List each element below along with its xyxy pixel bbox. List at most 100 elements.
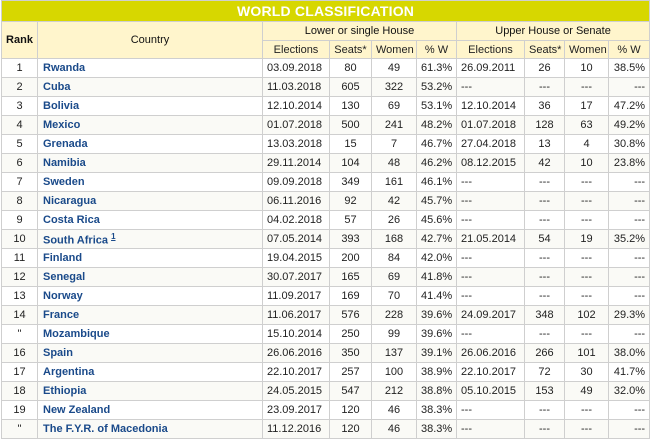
country-cell[interactable]: New Zealand bbox=[37, 400, 263, 420]
country-link[interactable]: Costa Rica bbox=[43, 214, 100, 226]
lower-elections-cell: 19.04.2015 bbox=[262, 248, 330, 268]
country-link[interactable]: Namibia bbox=[43, 157, 86, 169]
upper-seats-cell: 72 bbox=[524, 362, 565, 382]
upper-elections-cell: --- bbox=[456, 191, 525, 211]
upper-women-cell: 10 bbox=[564, 153, 609, 173]
upper-pct-cell: 38.5% bbox=[607, 58, 650, 78]
lower-elections-cell: 11.06.2017 bbox=[262, 305, 330, 325]
lower-elections-cell: 29.11.2014 bbox=[262, 153, 330, 173]
country-header: Country bbox=[37, 21, 263, 59]
upper-pct-cell: --- bbox=[607, 400, 650, 420]
lower-house-header: Lower or single House bbox=[262, 21, 457, 41]
country-link[interactable]: Ethiopia bbox=[43, 385, 86, 397]
country-cell[interactable]: Nicaragua bbox=[37, 191, 263, 211]
country-cell[interactable]: Mozambique bbox=[37, 324, 263, 344]
lower-elections-cell: 03.09.2018 bbox=[262, 58, 330, 78]
lower-seats-cell: 250 bbox=[329, 324, 372, 344]
upper-pct-cell: --- bbox=[607, 210, 650, 230]
rank-cell: 3 bbox=[1, 96, 38, 116]
country-link[interactable]: Cuba bbox=[43, 81, 71, 93]
upper-seats-cell: 36 bbox=[524, 96, 565, 116]
country-link[interactable]: Finland bbox=[43, 252, 82, 264]
lower-women-cell: 7 bbox=[371, 134, 417, 154]
table-row: 17 Argentina 22.10.2017 257 100 38.9% 22.10.20… bbox=[1, 362, 650, 382]
upper-pct-cell: 32.0% bbox=[607, 381, 650, 401]
country-link[interactable]: The F.Y.R. of Macedonia bbox=[43, 423, 168, 435]
country-cell[interactable]: Namibia bbox=[37, 153, 263, 173]
country-link[interactable]: Rwanda bbox=[43, 62, 85, 74]
upper-elections-cell: --- bbox=[456, 400, 525, 420]
lower-pct-cell: 46.7% bbox=[416, 134, 457, 154]
lower-pct-cell: 46.2% bbox=[416, 153, 457, 173]
upper-seats-header: Seats* bbox=[524, 40, 565, 59]
upper-pct-cell: 38.0% bbox=[607, 343, 650, 363]
country-cell[interactable]: South Africa 1 bbox=[37, 229, 263, 249]
country-link[interactable]: Mozambique bbox=[43, 328, 110, 340]
upper-seats-cell: 42 bbox=[524, 153, 565, 173]
country-cell[interactable]: Argentina bbox=[37, 362, 263, 382]
lower-elections-cell: 07.05.2014 bbox=[262, 229, 330, 249]
lower-pct-cell: 45.6% bbox=[416, 210, 457, 230]
country-cell[interactable]: Spain bbox=[37, 343, 263, 363]
country-link[interactable]: France bbox=[43, 309, 79, 321]
rank-cell: 8 bbox=[1, 191, 38, 211]
lower-seats-cell: 547 bbox=[329, 381, 372, 401]
country-link[interactable]: Sweden bbox=[43, 176, 85, 188]
lower-seats-cell: 80 bbox=[329, 58, 372, 78]
lower-pct-cell: 38.3% bbox=[416, 400, 457, 420]
country-link[interactable]: Norway bbox=[43, 290, 83, 302]
country-cell[interactable]: Norway bbox=[37, 286, 263, 306]
country-cell[interactable]: Bolivia bbox=[37, 96, 263, 116]
country-link[interactable]: Argentina bbox=[43, 366, 94, 378]
country-link[interactable]: Mexico bbox=[43, 119, 80, 131]
upper-seats-cell: --- bbox=[524, 267, 565, 287]
lower-seats-cell: 500 bbox=[329, 115, 372, 135]
lower-women-cell: 42 bbox=[371, 191, 417, 211]
rank-cell: 14 bbox=[1, 305, 38, 325]
country-cell[interactable]: Sweden bbox=[37, 172, 263, 192]
rank-cell: 1 bbox=[1, 58, 38, 78]
upper-seats-cell: --- bbox=[524, 210, 565, 230]
lower-seats-cell: 576 bbox=[329, 305, 372, 325]
country-cell[interactable]: Senegal bbox=[37, 267, 263, 287]
country-link[interactable]: Grenada bbox=[43, 138, 88, 150]
upper-women-cell: 63 bbox=[564, 115, 609, 135]
table-row: 5 Grenada 13.03.2018 15 7 46.7% 27.04.2018 13 4 3… bbox=[1, 134, 650, 154]
lower-women-cell: 228 bbox=[371, 305, 417, 325]
country-cell[interactable]: Rwanda bbox=[37, 58, 263, 78]
lower-pct-cell: 45.7% bbox=[416, 191, 457, 211]
upper-seats-cell: --- bbox=[524, 286, 565, 306]
rank-cell: 12 bbox=[1, 267, 38, 287]
lower-seats-cell: 130 bbox=[329, 96, 372, 116]
country-cell[interactable]: Finland bbox=[37, 248, 263, 268]
country-cell[interactable]: Cuba bbox=[37, 77, 263, 97]
upper-house-header: Upper House or Senate bbox=[455, 21, 650, 41]
footnote-link[interactable]: 1 bbox=[111, 232, 115, 241]
lower-women-cell: 69 bbox=[371, 96, 417, 116]
country-cell[interactable]: Costa Rica bbox=[37, 210, 263, 230]
country-cell[interactable]: Mexico bbox=[37, 115, 263, 135]
table-row: 9 Costa Rica 04.02.2018 57 26 45.6% --- --- --- -… bbox=[1, 210, 650, 230]
country-cell[interactable]: The F.Y.R. of Macedonia bbox=[37, 419, 263, 439]
country-cell[interactable]: Grenada bbox=[37, 134, 263, 154]
country-cell[interactable]: France bbox=[37, 305, 263, 325]
table-row: 1 Rwanda 03.09.2018 80 49 61.3% 26.09.2011 26 10… bbox=[1, 58, 650, 78]
upper-pct-cell: --- bbox=[607, 77, 650, 97]
country-link[interactable]: South Africa bbox=[43, 234, 108, 246]
country-link[interactable]: Senegal bbox=[43, 271, 85, 283]
country-link[interactable]: Bolivia bbox=[43, 100, 79, 112]
lower-pct-cell: 42.0% bbox=[416, 248, 457, 268]
country-link[interactable]: Nicaragua bbox=[43, 195, 96, 207]
upper-women-cell: 19 bbox=[564, 229, 609, 249]
country-cell[interactable]: Ethiopia bbox=[37, 381, 263, 401]
upper-seats-cell: --- bbox=[524, 77, 565, 97]
lower-elections-cell: 23.09.2017 bbox=[262, 400, 330, 420]
rank-cell: 5 bbox=[1, 134, 38, 154]
upper-elections-cell: --- bbox=[456, 419, 525, 439]
rank-cell: 4 bbox=[1, 115, 38, 135]
lower-elections-cell: 11.12.2016 bbox=[262, 419, 330, 439]
country-link[interactable]: Spain bbox=[43, 347, 73, 359]
upper-elections-cell: 01.07.2018 bbox=[456, 115, 525, 135]
country-link[interactable]: New Zealand bbox=[43, 404, 110, 416]
upper-elections-cell: 22.10.2017 bbox=[456, 362, 525, 382]
